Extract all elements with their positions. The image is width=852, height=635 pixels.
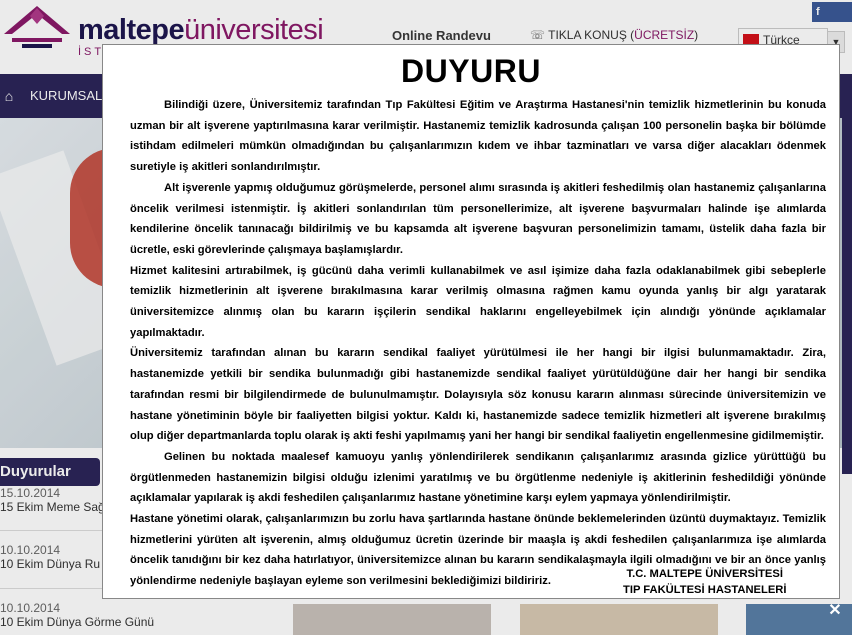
modal-title: DUYURU — [401, 53, 541, 89]
modal-paragraph: Bilindiği üzere, Üniversitemiz tarafında… — [130, 99, 826, 174]
announcement-modal: DUYURU Bilindiği üzere, Üniversitemiz ta… — [102, 44, 840, 599]
signature-line: TIP FAKÜLTESİ HASTANELERİ — [623, 584, 787, 596]
modal-paragraph: Üniversitemiz tarafından alınan bu karar… — [130, 347, 826, 443]
modal-signature: T.C. MALTEPE ÜNİVERSİTESİ TIP FAKÜLTESİ … — [623, 566, 786, 598]
modal-paragraph: Hizmet kalitesini artırabilmek, iş gücün… — [130, 264, 826, 339]
modal-paragraph: Gelinen bu noktada maalesef kamuoyu yanl… — [130, 450, 826, 505]
modal-body: Bilindiği üzere, Üniversitemiz tarafında… — [130, 95, 826, 592]
signature-line: T.C. MALTEPE ÜNİVERSİTESİ — [626, 568, 783, 580]
modal-paragraph: Alt işverenle yapmış olduğumuz görüşmele… — [130, 181, 826, 256]
close-icon[interactable]: ✕ — [826, 602, 844, 620]
